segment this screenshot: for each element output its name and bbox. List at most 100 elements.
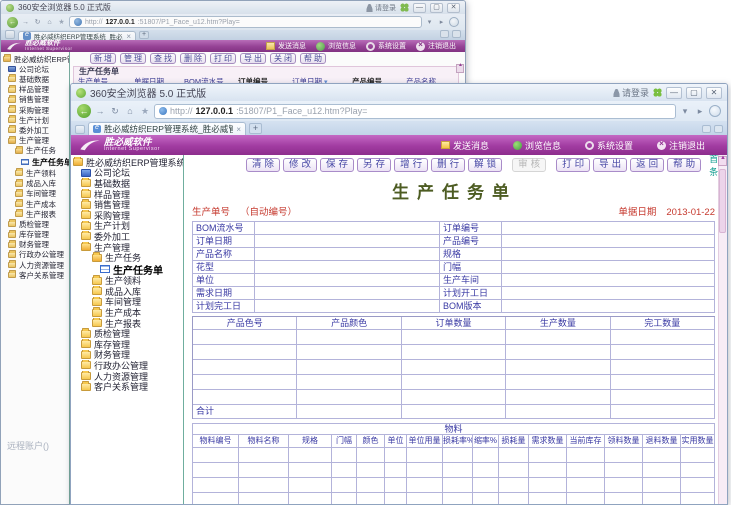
toolbar-button[interactable]: 帮助 [300,53,326,64]
browser-menu-icon[interactable] [75,125,85,134]
back-button[interactable]: ← [7,17,18,28]
field-value-cell[interactable] [255,261,440,274]
banner-link[interactable]: 发送消息 [266,41,306,51]
toolbar-button[interactable]: 增行 [394,158,428,172]
tree-item[interactable]: 基础数据 [1,74,69,84]
tree-item[interactable]: 人力资源管理 [71,371,183,382]
tree-item[interactable]: 行政办公管理 [71,360,183,371]
tree-item[interactable]: 质检管理 [1,219,69,229]
toolbar-button[interactable]: 返回 [630,158,664,172]
go-button[interactable]: ▸ [694,106,706,117]
tree-item[interactable]: 生产管理 [71,242,183,253]
url-dropdown-button[interactable]: ▾ [425,18,434,26]
scrollbar-thumb[interactable] [719,169,726,233]
toolbar-button[interactable]: 另存 [357,158,391,172]
field-value-cell[interactable] [255,235,440,248]
field-value-cell[interactable] [502,235,715,248]
tree-item[interactable]: 客户关系管理 [1,270,69,280]
toolbar-button[interactable]: 解锁 [468,158,502,172]
go-button[interactable]: ▸ [437,18,446,26]
tab-close-icon[interactable]: × [126,32,131,41]
login-link[interactable]: 请登录 [366,3,396,13]
tree-item[interactable]: 生产计划 [71,221,183,232]
security-shield-icon[interactable] [709,105,721,117]
tree-item[interactable]: 质检管理 [71,328,183,339]
field-value-cell[interactable] [255,222,440,235]
new-tab-button[interactable]: + [249,123,262,134]
toolbar-button[interactable]: 清除 [246,158,280,172]
tree-item[interactable]: 库存管理 [71,339,183,350]
toolbar-button[interactable]: 审核 [512,158,546,172]
color-table-row[interactable] [193,345,715,360]
field-value-cell[interactable] [255,300,440,313]
tree-item[interactable]: 生产报表 [71,318,183,329]
session-restore-icon[interactable] [440,30,449,38]
banner-link[interactable]: 浏览信息 [513,139,561,152]
browser-menu-icon[interactable] [5,30,15,39]
tree-item[interactable]: 财务管理 [71,350,183,361]
favorites-star-icon[interactable]: ★ [139,106,151,117]
refresh-button[interactable]: ↻ [109,106,121,117]
field-value-cell[interactable] [502,274,715,287]
tree-item[interactable]: 生产任务 [1,146,69,156]
close-button[interactable]: ✕ [447,3,460,13]
tree-item[interactable]: 委外加工 [71,231,183,242]
banner-link[interactable]: 发送消息 [441,139,489,152]
tree-item[interactable]: 生产计划 [1,115,69,125]
home-button[interactable]: ⌂ [124,106,136,116]
tree-item[interactable]: 采购管理 [71,210,183,221]
toolbar-button[interactable]: 打印 [556,158,590,172]
tree-item[interactable]: 生产成本 [71,307,183,318]
tree-item[interactable]: 成品入库 [71,286,183,297]
toolbar-button[interactable]: 打印 [210,53,236,64]
tree-item[interactable]: 车间管理 [71,297,183,308]
field-value-cell[interactable] [502,300,715,313]
security-shield-icon[interactable] [449,17,459,27]
tree-item[interactable]: 委外加工 [1,125,69,135]
browser-tab[interactable]: 胜必威纺织ERP管理系统_胜必威管... × [18,31,136,40]
tree-item[interactable]: 生产管理 [1,136,69,146]
back-button[interactable]: ← [77,104,91,118]
address-bar[interactable]: http://127.0.0.1:51807/P1_Face_u12.htm?P… [154,104,676,119]
banner-link[interactable]: 系统设置 [366,41,406,51]
toolbar-button[interactable]: 新增 [90,53,116,64]
banner-link[interactable]: 注销退出 [416,41,456,51]
tree-item[interactable]: 生产任务单 [71,263,183,276]
tree-root[interactable]: 胜必威纺织ERP管理系统 [71,157,183,168]
color-table-row[interactable] [193,375,715,390]
banner-link[interactable]: 系统设置 [585,139,633,152]
browser-tab[interactable]: 胜必威纺织ERP管理系统_胜必威管... × [88,122,246,135]
tree-item[interactable]: 采购管理 [1,105,69,115]
maximize-button[interactable]: ▢ [430,3,443,13]
field-value-cell[interactable] [255,274,440,287]
toolbar-button[interactable]: 管理 [120,53,146,64]
minimize-button[interactable]: — [666,87,682,99]
field-value-cell[interactable] [502,287,715,300]
tab-list-icon[interactable] [714,125,723,133]
color-table-row[interactable] [193,390,715,405]
favorites-star-icon[interactable]: ★ [57,18,66,26]
tree-item[interactable]: 销售管理 [1,95,69,105]
field-value-cell[interactable] [255,287,440,300]
tree-item[interactable]: 成品入库 [1,179,69,189]
window-titlebar[interactable]: 360安全浏览器 5.0 正式版 请登录 — ▢ ✕ [1,1,465,14]
toolbar-button[interactable]: 保存 [320,158,354,172]
field-value-cell[interactable] [502,248,715,261]
home-button[interactable]: ⌂ [45,19,54,26]
address-bar[interactable]: http://127.0.0.1:51807/P1_Face_u12.htm?P… [69,16,422,28]
banner-link[interactable]: 浏览信息 [316,41,356,51]
tree-item[interactable]: 财务管理 [1,240,69,250]
toolbar-button[interactable]: 修改 [283,158,317,172]
banner-link[interactable]: 注销退出 [657,139,705,152]
scroll-up-button[interactable] [456,64,464,73]
material-table-row[interactable] [192,448,715,463]
toolbar-button[interactable]: 删行 [431,158,465,172]
tree-item[interactable]: 公司论坛 [1,64,69,74]
color-table-row[interactable] [193,330,715,345]
forward-button[interactable]: → [21,19,30,26]
toolbar-button[interactable]: 关闭 [270,53,296,64]
maximize-button[interactable]: ▢ [686,87,702,99]
toolbar-button[interactable]: 帮助 [667,158,701,172]
tree-item[interactable]: 行政办公管理 [1,250,69,260]
tree-item[interactable]: 人力资源管理 [1,260,69,270]
